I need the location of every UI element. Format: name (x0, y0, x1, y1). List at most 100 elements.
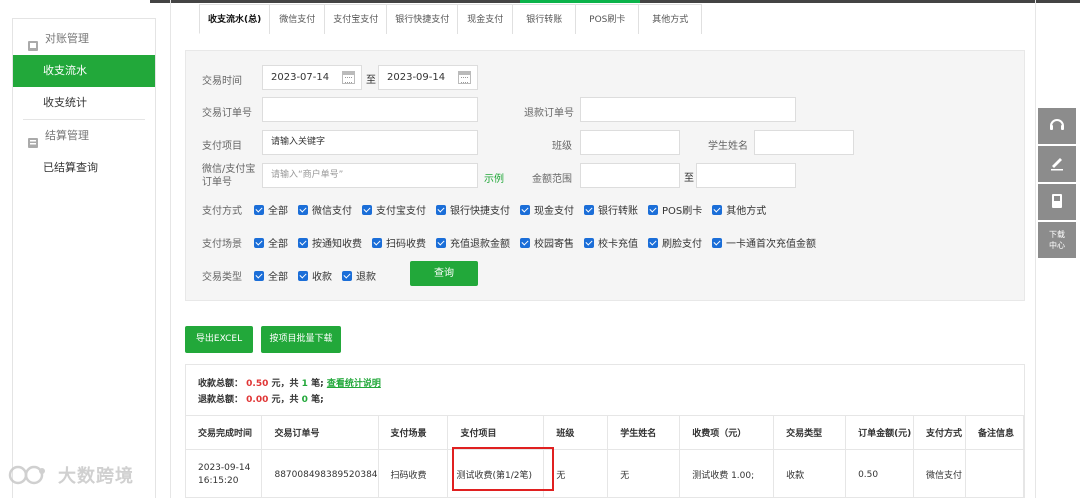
wx-order-label: 微信/支付宝订单号 (202, 164, 256, 188)
checkbox-icon (254, 237, 264, 248)
document-button[interactable] (1038, 184, 1076, 220)
cell-pay-method: 微信支付 (913, 449, 966, 498)
date-sep: 至 (366, 75, 376, 86)
feedback-button[interactable] (1038, 146, 1076, 182)
cell-finish-time: 2023-09-14 16:15:20 (186, 449, 263, 498)
tab-flow-total[interactable]: 收支流水(总) (199, 4, 271, 34)
tab-cash[interactable]: 现金支付 (457, 4, 514, 34)
checkbox-pay-pos[interactable]: POS刷卡 (648, 202, 702, 217)
tab-bank-quick[interactable]: 银行快捷支付 (386, 4, 459, 34)
calendar-icon[interactable] (342, 71, 355, 84)
checkbox-scene-first-recharge[interactable]: 一卡通首次充值金额 (712, 235, 816, 250)
tab-alipay[interactable]: 支付宝支付 (324, 4, 388, 34)
trade-type-label: 交易类型 (202, 272, 242, 283)
checkbox-icon (372, 237, 382, 248)
income-summary: 收款总额： 0.50 元，共 1 笔; 查看统计说明 (198, 376, 381, 389)
checkbox-icon (712, 237, 722, 248)
tab-pos[interactable]: POS刷卡 (575, 4, 640, 34)
income-label: 收款总额： (198, 379, 244, 389)
trade-type-checkboxes: 全部 收款 退款 (254, 268, 386, 283)
income-unit: 元，共 (271, 379, 299, 389)
customer-service-button[interactable] (1038, 108, 1076, 144)
sidebar-item-stats[interactable]: 收支统计 (13, 87, 155, 119)
class-label: 班级 (552, 141, 572, 152)
sidebar-item-settled-query[interactable]: 已结算查询 (13, 152, 155, 184)
refund-summary: 退款总额： 0.00 元，共 0 笔; (198, 392, 324, 405)
refund-count-unit: 笔; (311, 395, 324, 405)
checkbox-scene-face-pay[interactable]: 刷脸支付 (648, 235, 702, 250)
class-input[interactable] (580, 130, 680, 155)
pay-item-input[interactable]: 请输入关键字 (262, 130, 478, 155)
checkbox-type-all[interactable]: 全部 (254, 268, 288, 283)
transaction-table: 交易完成时间 交易订单号 支付场景 支付项目 班级 学生姓名 收费项（元） 交易… (186, 415, 1025, 498)
floating-toolbar: 下载中心 (1038, 108, 1076, 260)
refund-no-input[interactable] (580, 97, 796, 122)
checkbox-icon (298, 237, 308, 248)
col-fee-item: 收费项（元） (679, 415, 775, 450)
checkbox-icon (520, 237, 530, 248)
checkbox-pay-alipay[interactable]: 支付宝支付 (362, 202, 426, 217)
checkbox-icon (648, 204, 658, 215)
checkbox-label: 全部 (268, 206, 288, 217)
checkbox-pay-all[interactable]: 全部 (254, 202, 288, 217)
checkbox-label: 微信支付 (312, 206, 352, 217)
cell-pay-scene: 扫码收费 (378, 449, 449, 498)
checkbox-pay-other[interactable]: 其他方式 (712, 202, 766, 217)
amount-sep: 至 (684, 173, 694, 184)
sidebar-item-flow[interactable]: 收支流水 (13, 55, 155, 87)
refund-amount: 0.00 (246, 395, 269, 405)
checkbox-scene-campus-sale[interactable]: 校园寄售 (520, 235, 574, 250)
checkbox-pay-bank-transfer[interactable]: 银行转账 (584, 202, 638, 217)
amount-min-input[interactable] (580, 163, 680, 188)
checkbox-icon (342, 270, 352, 281)
checkbox-pay-bank-quick[interactable]: 银行快捷支付 (436, 202, 510, 217)
book-icon (1048, 192, 1066, 213)
checkbox-scene-all[interactable]: 全部 (254, 235, 288, 250)
order-no-input[interactable] (262, 97, 478, 122)
amount-max-input[interactable] (696, 163, 796, 188)
checkbox-scene-notice[interactable]: 按通知收费 (298, 235, 362, 250)
checkbox-type-refund[interactable]: 退款 (342, 268, 376, 283)
stats-explain-link[interactable]: 查看统计说明 (327, 379, 381, 389)
checkbox-icon (436, 237, 446, 248)
example-link[interactable]: 示例 (484, 170, 504, 185)
wx-order-input[interactable]: 请输入“商户单号” (262, 163, 478, 188)
checkbox-type-income[interactable]: 收款 (298, 268, 332, 283)
checkbox-scene-scan[interactable]: 扫码收费 (372, 235, 426, 250)
sidebar: 对账管理 收支流水 收支统计 结算管理 已结算查询 (12, 18, 156, 498)
checkbox-pay-wechat[interactable]: 微信支付 (298, 202, 352, 217)
student-name-input[interactable] (754, 130, 854, 155)
order-no-label: 交易订单号 (202, 108, 252, 119)
table-row[interactable]: 2023-09-14 16:15:20 887008498389520384 扫… (186, 449, 1025, 498)
export-excel-button[interactable]: 导出EXCEL (185, 326, 253, 353)
checkbox-icon (520, 204, 530, 215)
checkbox-label: 一卡通首次充值金额 (726, 239, 816, 250)
checkbox-icon (584, 204, 594, 215)
col-order-no: 交易订单号 (261, 415, 379, 450)
cell-order-amount: 0.50 (845, 449, 915, 498)
pay-method-checkboxes: 全部 微信支付 支付宝支付 银行快捷支付 现金支付 银行转账 POS刷卡 其他方… (254, 202, 776, 217)
sidebar-group-label: 对账管理 (45, 32, 89, 45)
col-order-amount: 订单金额(元) (845, 415, 915, 450)
amount-range-label: 金额范围 (532, 174, 572, 185)
tab-bank-transfer[interactable]: 银行转账 (512, 4, 577, 34)
settlement-icon (27, 130, 39, 148)
col-pay-scene: 支付场景 (378, 415, 449, 450)
sidebar-group-settlement: 结算管理 (13, 120, 155, 152)
tab-other[interactable]: 其他方式 (638, 4, 703, 34)
checkbox-pay-cash[interactable]: 现金支付 (520, 202, 574, 217)
query-button[interactable]: 查询 (410, 261, 478, 286)
tab-bar: 收支流水(总) 微信支付 支付宝支付 银行快捷支付 现金支付 银行转账 POS刷… (199, 4, 703, 34)
checkbox-scene-card-recharge[interactable]: 校卡充值 (584, 235, 638, 250)
refund-count: 0 (301, 395, 308, 405)
pay-scene-label: 支付场景 (202, 239, 242, 250)
date-from-input[interactable]: 2023-07-14 (262, 65, 362, 90)
batch-download-button[interactable]: 按项目批量下载 (261, 326, 341, 353)
download-center-button[interactable]: 下载中心 (1038, 222, 1076, 258)
checkbox-scene-recharge-refund[interactable]: 充值退款金额 (436, 235, 510, 250)
calendar-icon[interactable] (458, 71, 471, 84)
tab-wechat[interactable]: 微信支付 (269, 4, 326, 34)
date-to-input[interactable]: 2023-09-14 (378, 65, 478, 90)
checkbox-icon (712, 204, 723, 215)
checkbox-label: 扫码收费 (386, 239, 426, 250)
